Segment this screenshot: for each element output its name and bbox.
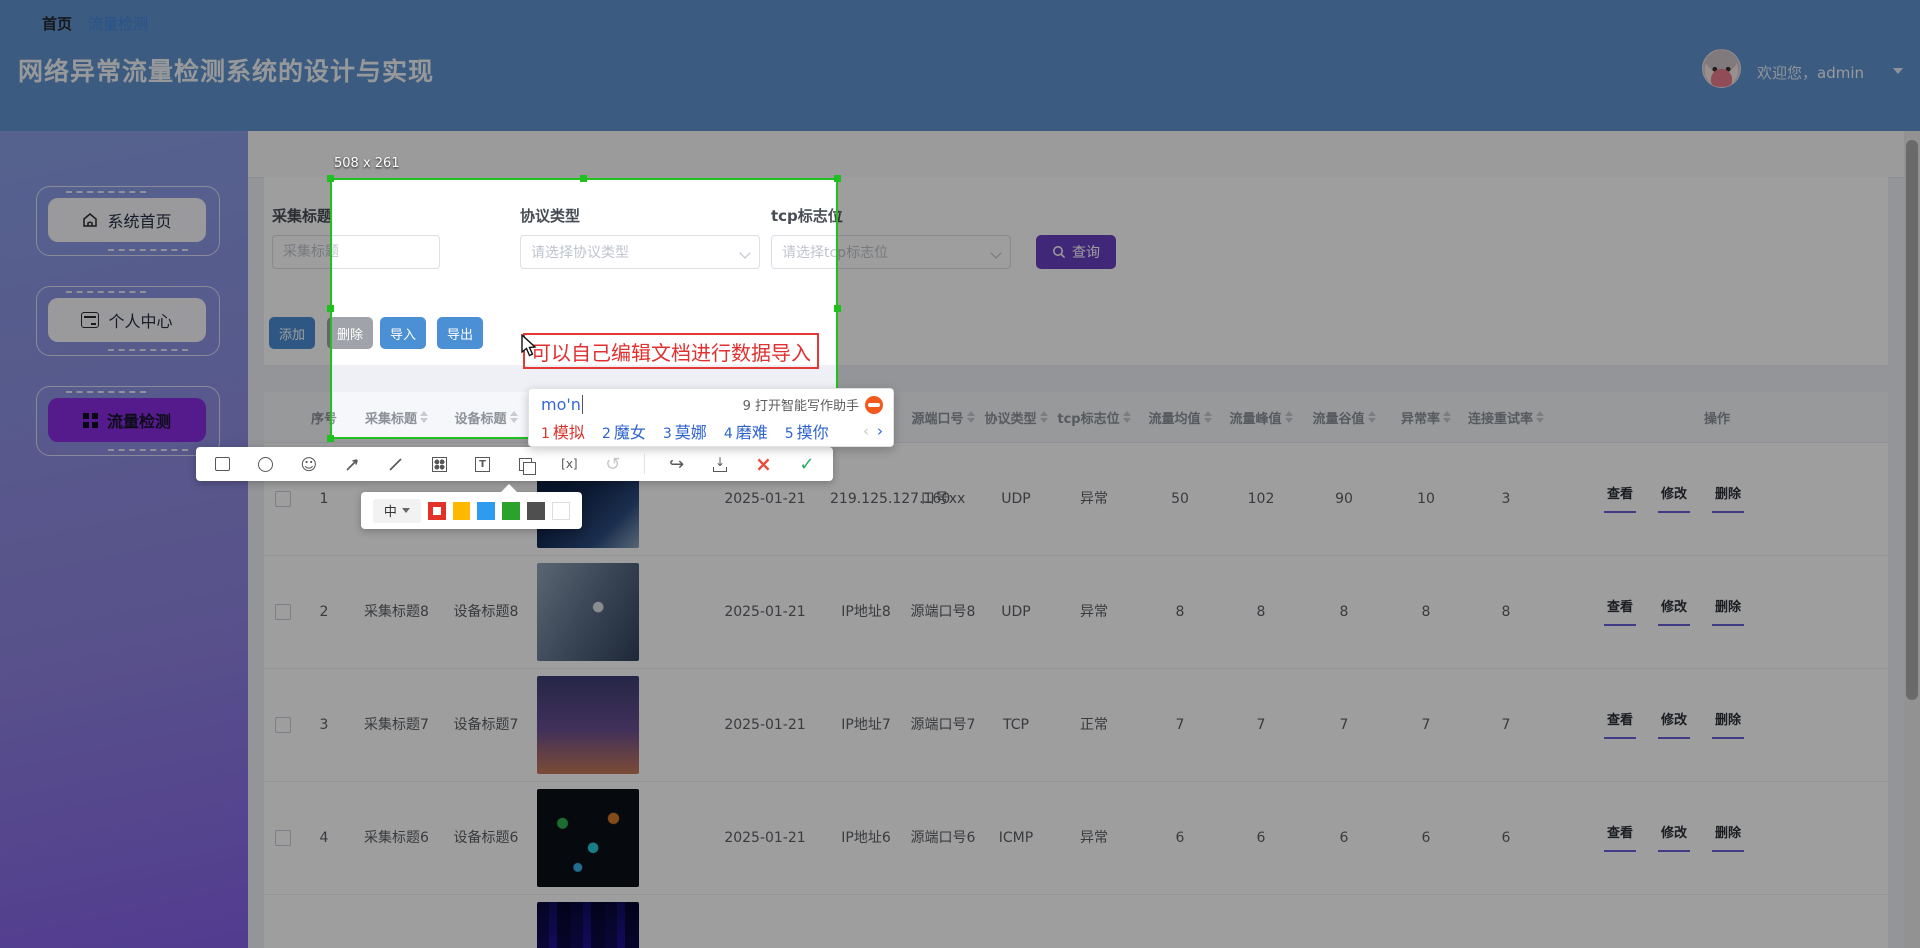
ime-typed-text: mo'n [541, 395, 583, 414]
stroke-size-select[interactable]: 中 [373, 499, 421, 523]
capture-size-label: 508 x 261 [334, 156, 400, 171]
capture-dim-overlay [0, 178, 330, 439]
selection-handle[interactable] [327, 435, 334, 442]
ime-assistant-label[interactable]: 9 打开智能写作助手 [743, 395, 859, 414]
ai-assistant-icon[interactable] [865, 396, 883, 414]
ime-candidate[interactable]: 4磨难 [724, 419, 768, 443]
color-swatch-yellow[interactable] [453, 502, 471, 520]
arrow-tool[interactable] [340, 452, 364, 476]
emoji-tool[interactable]: ☺ [297, 452, 321, 476]
snip-toolbar: ☺ T [x] ↺ ↪ ↓ × ✓ [196, 447, 833, 481]
selection-handle[interactable] [327, 305, 334, 312]
ellipse-tool[interactable] [253, 452, 277, 476]
color-swatch-green[interactable] [502, 502, 520, 520]
selection-handle[interactable] [580, 175, 587, 182]
color-swatch-red[interactable] [428, 502, 446, 520]
ime-candidate[interactable]: 2魔女 [602, 419, 646, 443]
toolbar-divider [644, 454, 645, 474]
selection-handle[interactable] [834, 305, 841, 312]
mosaic-tool[interactable] [427, 452, 451, 476]
ocr-tool[interactable]: [x] [557, 452, 581, 476]
app-root: 网络异常流量检测系统的设计与实现 欢迎您，admin 系统首页 个人中心 流量检… [0, 0, 1920, 948]
pin-tool[interactable] [514, 452, 538, 476]
rect-tool[interactable] [210, 452, 234, 476]
color-swatch-gray[interactable] [527, 502, 545, 520]
capture-dim-overlay [838, 178, 1920, 439]
color-swatch-blue[interactable] [477, 502, 495, 520]
ime-prev-page-icon[interactable]: ‹ [863, 422, 869, 440]
capture-dim-overlay [0, 0, 1920, 178]
selection-handle[interactable] [834, 175, 841, 182]
text-tool[interactable]: T [471, 452, 495, 476]
color-swatch-white[interactable] [552, 502, 570, 520]
ime-candidate[interactable]: 3莫娜 [663, 419, 707, 443]
share-tool[interactable]: ↪ [665, 452, 689, 476]
popup-notch [501, 484, 517, 492]
ime-popup: mo'n 9 打开智能写作助手 1模拟 2魔女 3莫娜 4磨难 5摸你 ‹ › [528, 388, 894, 447]
pen-tool[interactable] [384, 452, 408, 476]
capture-dim-overlay [0, 439, 1920, 948]
cancel-tool[interactable]: × [751, 452, 775, 476]
selection-handle[interactable] [327, 175, 334, 182]
caret-down-icon [402, 508, 410, 513]
mouse-cursor [519, 334, 541, 362]
confirm-tool[interactable]: ✓ [795, 452, 819, 476]
undo-tool[interactable]: ↺ [601, 452, 625, 476]
ime-next-page-icon[interactable]: › [877, 422, 883, 440]
save-tool[interactable]: ↓ [708, 452, 732, 476]
style-picker-popup: 中 [361, 492, 582, 529]
ime-candidate[interactable]: 1模拟 [541, 419, 585, 443]
ime-candidate[interactable]: 5摸你 [785, 419, 829, 443]
